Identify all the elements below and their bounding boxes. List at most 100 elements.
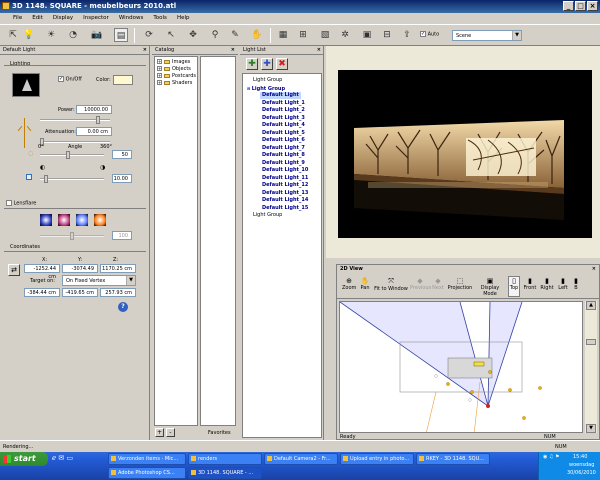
hand-icon[interactable]: ✋ (250, 28, 264, 42)
projection-tool[interactable]: ⬚ Projection (447, 277, 473, 291)
lensflare-slider[interactable] (40, 232, 104, 240)
task-upload[interactable]: Upload entry in photo... (340, 453, 414, 465)
light-preview-icon[interactable] (12, 73, 40, 97)
scroll-down-icon[interactable]: ▼ (586, 424, 596, 433)
delete-light-icon[interactable]: ✖ (276, 58, 288, 70)
maximize-button[interactable]: □ (575, 1, 586, 11)
attenuation-field[interactable]: 0.00 cm (76, 127, 112, 136)
start-button[interactable]: start (0, 452, 48, 466)
rotate-icon[interactable]: ⟳ (142, 28, 156, 42)
view-2d-canvas[interactable] (339, 301, 583, 433)
minimize-button[interactable]: _ (563, 1, 574, 11)
position-z-field[interactable]: 1170.25 cm (100, 264, 136, 273)
lensflare-preset-4-icon[interactable] (94, 214, 106, 226)
position-picker-icon[interactable]: ⇄ (8, 264, 20, 276)
list-item[interactable]: Default Light_10 (262, 167, 308, 174)
task-renders[interactable]: renders (188, 453, 262, 465)
list-item[interactable]: Default Light_12 (262, 182, 308, 189)
list-item[interactable]: Default Light_13 (262, 190, 308, 197)
left-view-tool[interactable]: ▮ Left (557, 277, 569, 291)
list-item[interactable]: Default Light_7 (262, 145, 305, 152)
lensflare-preset-3-icon[interactable] (76, 214, 88, 226)
lensflare-preset-1-icon[interactable] (40, 214, 52, 226)
move-icon[interactable]: ✥ (186, 28, 200, 42)
task-camera[interactable]: Default Camera2 - Fr... (264, 453, 338, 465)
right-view-tool[interactable]: ▮ Right (540, 277, 554, 291)
close-panel-icon[interactable]: × (592, 265, 596, 274)
previous-tool[interactable]: ◆ Previous (410, 277, 431, 291)
front-view-tool[interactable]: ▮ Front (523, 277, 537, 291)
catalog-content[interactable] (200, 56, 236, 426)
task-3d-square[interactable]: 3D 1148. SQUARE - ... (188, 467, 262, 479)
color-swatch[interactable] (113, 75, 133, 85)
batch-icon[interactable]: ⊟ (380, 28, 394, 42)
lensflare-preset-2-icon[interactable] (58, 214, 70, 226)
list-item[interactable]: Default Light_4 (262, 122, 305, 129)
pan-tool[interactable]: ✋ Pan (358, 277, 372, 291)
task-photoshop[interactable]: Adobe Photoshop CS... (108, 467, 186, 479)
menu-help[interactable]: Help (172, 13, 195, 24)
menu-windows[interactable]: Windows (114, 13, 149, 24)
list-item[interactable]: Default Light_1 (262, 100, 305, 107)
wand-icon[interactable]: ⚲ (208, 28, 222, 42)
falloff-field[interactable]: 10.00 (112, 174, 132, 183)
tree-item-images[interactable]: + Images (157, 59, 190, 66)
top-view-tool[interactable]: ▯ Top (508, 276, 520, 297)
onoff-checkbox[interactable]: ✓ (58, 76, 64, 82)
camera-icon[interactable]: 📷 (90, 28, 104, 42)
render-settings-icon[interactable]: ▧ (318, 28, 332, 42)
render-viewport[interactable] (338, 70, 592, 238)
angle-slider[interactable] (40, 151, 104, 159)
close-panel-icon[interactable]: × (317, 46, 321, 55)
outlook-icon[interactable]: ✉ (58, 454, 64, 462)
scroll-thumb[interactable] (586, 339, 596, 345)
target-y-field[interactable]: -419.65 cm (62, 288, 98, 297)
next-tool[interactable]: ◆ Next (432, 277, 444, 291)
clock-time[interactable]: 15:40 (573, 454, 587, 460)
help-icon[interactable]: ? (118, 302, 128, 312)
tree-item-objects[interactable]: + Objects (157, 66, 191, 73)
close-button[interactable]: × (587, 1, 598, 11)
menu-edit[interactable]: Edit (27, 13, 48, 24)
scroll-up-icon[interactable]: ▲ (586, 301, 596, 310)
list-item[interactable]: Default Light_8 (262, 152, 305, 159)
auto-checkbox[interactable]: ✓ (420, 31, 426, 37)
falloff-slider[interactable] (40, 175, 104, 183)
ie-icon[interactable]: ℯ (52, 454, 56, 462)
list-item[interactable]: Default Light_3 (262, 115, 305, 122)
list-item[interactable]: Default Light_9 (262, 160, 305, 167)
list-item[interactable]: Default Light_2 (262, 107, 305, 114)
add-light-group-icon[interactable]: ✚ (246, 58, 258, 70)
catalog-remove-button[interactable]: - (166, 428, 175, 437)
tree-item-postcards[interactable]: + Postcards (157, 73, 196, 80)
menu-file[interactable]: File (8, 13, 27, 24)
lensflare-field[interactable]: 100 (112, 231, 132, 240)
position-y-field[interactable]: -3074.49 cm (62, 264, 98, 280)
catalog-add-button[interactable]: + (155, 428, 164, 437)
list-item[interactable]: Default Light_6 (262, 137, 305, 144)
angle-field[interactable]: 50 (112, 150, 132, 159)
list-item[interactable]: Default Light_5 (262, 130, 305, 137)
export-icon[interactable]: ⇪ (400, 28, 414, 42)
render-window-icon[interactable]: ▦ (276, 28, 290, 42)
light-bulb-icon[interactable]: 💡 (22, 28, 36, 42)
lensflare-checkbox[interactable] (6, 200, 12, 206)
target-z-field[interactable]: 257.93 cm (100, 288, 136, 297)
display-mode-tool[interactable]: ▣ Display Mode (475, 277, 505, 297)
view-2d-scrollbar[interactable]: ▲ ▼ (585, 301, 597, 433)
add-light-icon[interactable]: ✚ (261, 58, 273, 70)
task-outlook[interactable]: Verzonden items - Mic... (108, 453, 186, 465)
light-group-top[interactable]: Light Group (253, 77, 282, 84)
image-icon[interactable]: ▣ (360, 28, 374, 42)
menu-inspector[interactable]: Inspector (78, 13, 114, 24)
sun-icon[interactable]: ☀ (44, 28, 58, 42)
fit-to-window-tool[interactable]: ⤧ Fit to Window (374, 277, 408, 292)
close-panel-icon[interactable]: × (231, 46, 235, 55)
render-region-icon[interactable]: ⊞ (296, 28, 310, 42)
list-item[interactable]: Default Light_15 (262, 205, 308, 212)
options-icon[interactable]: ✲ (338, 28, 352, 42)
show-desktop-icon[interactable]: ▭ (67, 454, 74, 462)
position-x-field[interactable]: -1252.44 cm (24, 264, 60, 280)
document-icon[interactable]: ▤ (114, 28, 128, 42)
task-rkey[interactable]: RKEY - 3D 1148. SQU... (416, 453, 490, 465)
